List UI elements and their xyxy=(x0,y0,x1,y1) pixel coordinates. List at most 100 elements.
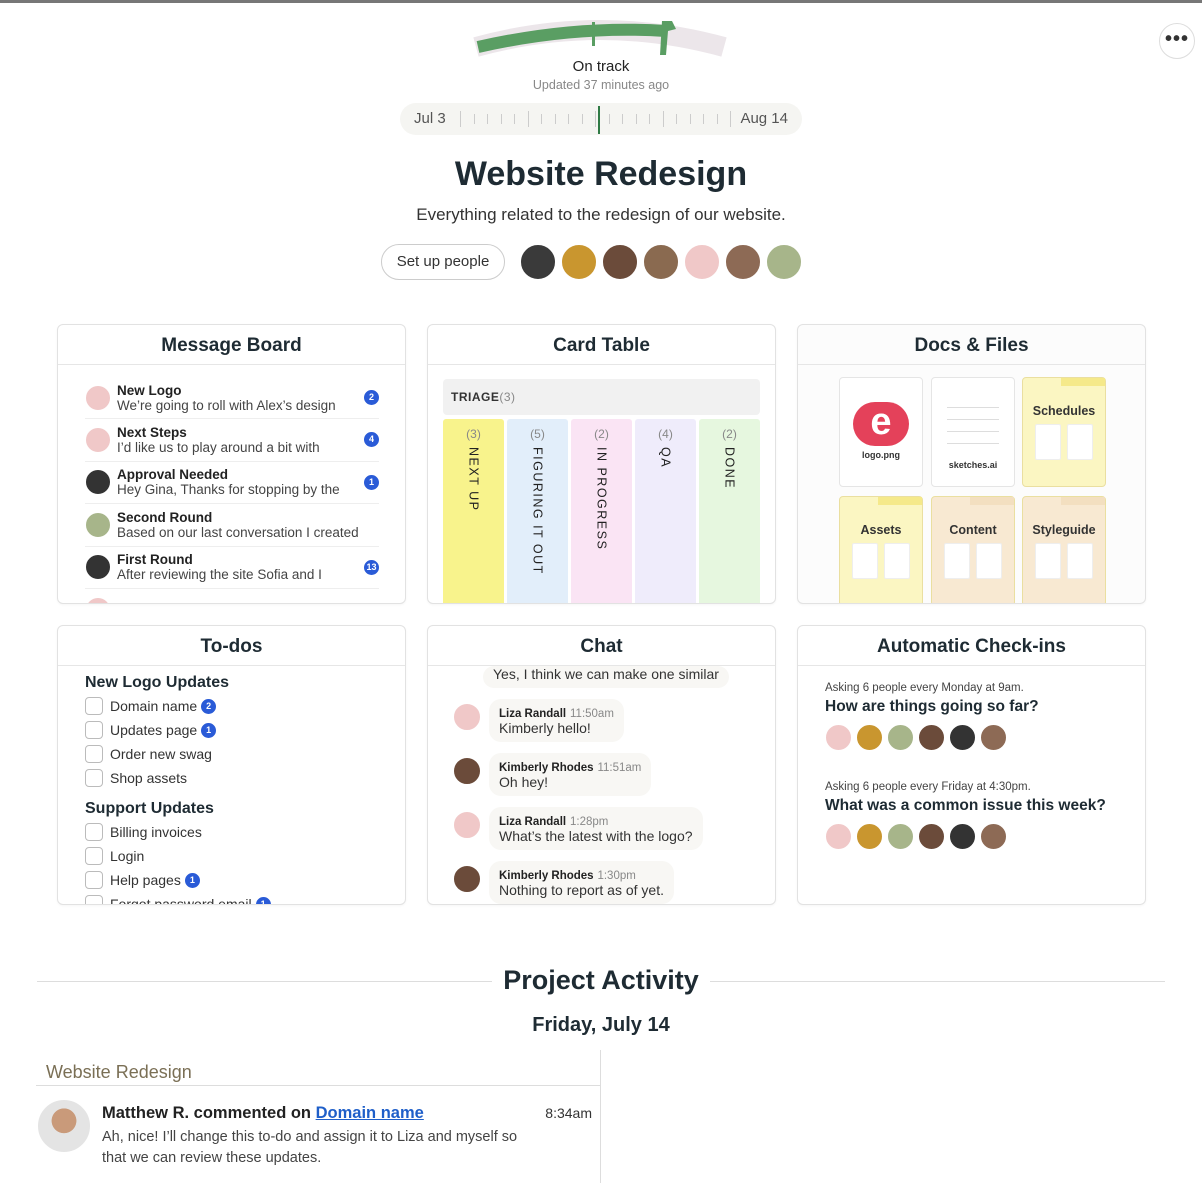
todo-label[interactable]: Login xyxy=(110,848,144,864)
todo-checkbox[interactable] xyxy=(85,823,103,841)
todo-item[interactable]: Updates page 1 xyxy=(85,718,378,742)
avatar[interactable] xyxy=(453,703,481,731)
todo-checkbox[interactable] xyxy=(85,871,103,889)
card-column[interactable]: (3) NEXT UP xyxy=(443,419,504,603)
card-title[interactable]: Card Table xyxy=(428,325,775,365)
todo-label[interactable]: Forgot password email xyxy=(110,896,252,904)
todo-item[interactable]: Forgot password email 1 xyxy=(85,892,378,904)
card-table-card[interactable]: Card Table TRIAGE(3) (3) NEXT UP (5) FIGURI… xyxy=(427,324,776,604)
card-title[interactable]: Message Board xyxy=(58,325,405,365)
timeline-tick xyxy=(716,114,718,124)
more-options-button[interactable]: ••• xyxy=(1159,23,1195,59)
todo-checkbox[interactable] xyxy=(85,721,103,739)
avatar xyxy=(85,554,111,581)
todo-item[interactable]: Shop assets xyxy=(85,766,378,790)
timeline-end: Aug 14 xyxy=(740,110,788,127)
message-item[interactable]: Next Steps I’d like us to play around a b… xyxy=(85,419,379,462)
todo-list-title[interactable]: Support Updates xyxy=(85,800,378,818)
chat-card[interactable]: Chat Yes, I think we can make one simila… xyxy=(427,625,776,905)
avatar[interactable] xyxy=(453,865,481,893)
avatar[interactable] xyxy=(453,757,481,785)
message-item[interactable]: Second Round Based on our last conversati… xyxy=(85,504,379,547)
triage-column[interactable]: TRIAGE(3) xyxy=(443,379,760,415)
timeline-tick xyxy=(473,114,475,124)
message-item[interactable]: Approval Needed Hey Gina, Thanks for stop… xyxy=(85,462,379,505)
todo-item[interactable]: Login xyxy=(85,844,378,868)
card-title[interactable]: To-dos xyxy=(58,626,405,666)
message-item[interactable]: First Round After reviewing the site Sofi… xyxy=(85,547,379,589)
column-name: QA xyxy=(658,447,673,469)
todo-checkbox[interactable] xyxy=(85,697,103,715)
comment-badge: 2 xyxy=(201,698,217,714)
todo-label[interactable]: Help pages xyxy=(110,872,181,888)
domain-name-link[interactable]: Domain name xyxy=(316,1104,424,1122)
doc-item[interactable]: Schedules xyxy=(1022,377,1106,487)
avatar xyxy=(980,823,1007,850)
timeline-tick xyxy=(649,114,650,124)
avatar[interactable] xyxy=(766,244,802,280)
todo-item[interactable]: Billing invoices xyxy=(85,820,378,844)
doc-item[interactable]: Assets xyxy=(839,496,923,603)
avatar[interactable] xyxy=(561,244,597,280)
activity-body: Ah, nice! I’ll change this to-do and ass… xyxy=(102,1129,518,1166)
checkin-question[interactable]: What was a common issue this week? xyxy=(825,797,1118,815)
todo-item[interactable]: Order new swag xyxy=(85,742,378,766)
todo-checkbox[interactable] xyxy=(85,769,103,787)
chat-author: Kimberly Rhodes xyxy=(499,870,594,882)
card-title[interactable]: Automatic Check-ins xyxy=(798,626,1145,666)
comment-badge: 1 xyxy=(201,722,217,738)
card-column[interactable]: (2) IN PROGRESS xyxy=(571,419,632,603)
chat-time: 11:50am xyxy=(570,708,614,720)
set-up-people-button[interactable]: Set up people xyxy=(381,244,505,280)
column-name: DONE xyxy=(722,447,737,490)
avatar[interactable] xyxy=(684,244,720,280)
card-title[interactable]: Chat xyxy=(428,626,775,666)
checkin-schedule: Asking 6 people every Friday at 4:30pm. xyxy=(825,781,1031,793)
message-item[interactable]: Introductions xyxy=(85,589,379,603)
todo-item[interactable]: Help pages 1 xyxy=(85,868,378,892)
message-title: Second Round xyxy=(117,509,213,525)
avatar[interactable] xyxy=(602,244,638,280)
checkin-question[interactable]: How are things going so far? xyxy=(825,698,1118,716)
doc-item[interactable]: e logo.png xyxy=(839,377,923,487)
todo-checkbox[interactable] xyxy=(85,895,103,904)
card-column[interactable]: (2) DONE xyxy=(699,419,760,603)
todo-label[interactable]: Billing invoices xyxy=(110,824,202,840)
avatar[interactable] xyxy=(520,244,556,280)
todo-label[interactable]: Shop assets xyxy=(110,770,187,786)
message-item[interactable]: New Logo We’re going to roll with Alex’s … xyxy=(85,377,379,420)
activity-project[interactable]: Website Redesign xyxy=(46,1062,192,1083)
unread-badge: 13 xyxy=(364,559,379,575)
todo-label[interactable]: Updates page xyxy=(110,722,197,738)
avatar xyxy=(918,724,945,751)
column-name: IN PROGRESS xyxy=(594,447,609,551)
card-column[interactable]: (5) FIGURING IT OUT xyxy=(507,419,568,603)
message-title: Introductions xyxy=(117,602,203,603)
doc-item[interactable]: Styleguide xyxy=(1022,496,1106,603)
todo-label[interactable]: Order new swag xyxy=(110,746,212,762)
doc-item[interactable]: Content xyxy=(931,496,1015,603)
avatar[interactable] xyxy=(725,244,761,280)
avatar xyxy=(85,511,111,538)
docs-files-card[interactable]: Docs & Files e logo.png sketches.ai Schedul… xyxy=(797,324,1146,604)
card-title[interactable]: Docs & Files xyxy=(798,325,1145,365)
todos-card[interactable]: To-dos New Logo Updates Domain name 2 Updat… xyxy=(57,625,406,905)
avatar xyxy=(949,823,976,850)
avatar xyxy=(887,724,914,751)
timeline-slider[interactable]: Jul 3 Aug 14 xyxy=(400,103,802,135)
todo-list-title[interactable]: New Logo Updates xyxy=(85,674,378,692)
avatar[interactable] xyxy=(643,244,679,280)
sketch-thumbnail xyxy=(947,396,999,452)
message-board-card[interactable]: Message Board New Logo We’re going to rol… xyxy=(57,324,406,604)
avatar[interactable] xyxy=(453,811,481,839)
avatar[interactable] xyxy=(37,1099,91,1153)
todo-item[interactable]: Domain name 2 xyxy=(85,694,378,718)
todo-checkbox[interactable] xyxy=(85,745,103,763)
doc-item[interactable]: sketches.ai xyxy=(931,377,1015,487)
people-avatars[interactable] xyxy=(520,244,802,280)
timeline-tick xyxy=(554,114,556,124)
todo-checkbox[interactable] xyxy=(85,847,103,865)
todo-label[interactable]: Domain name xyxy=(110,698,197,714)
checkins-card[interactable]: Automatic Check-ins Asking 6 people ever… xyxy=(797,625,1146,905)
card-column[interactable]: (4) QA xyxy=(635,419,696,603)
